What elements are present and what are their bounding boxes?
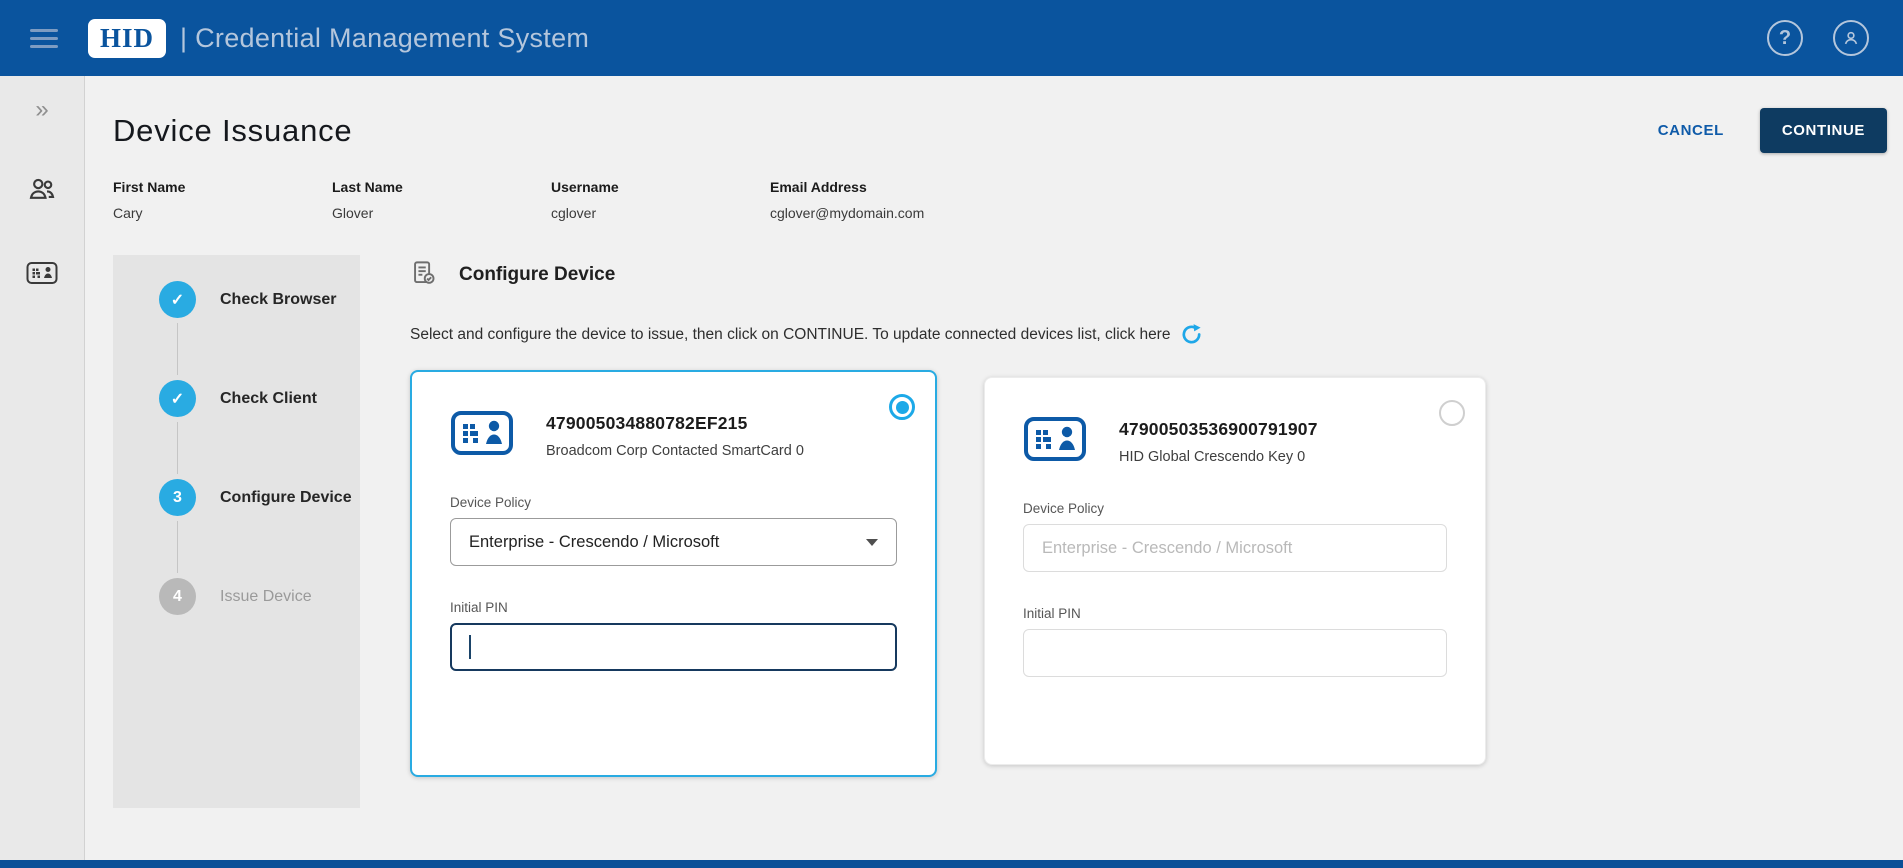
cancel-button[interactable]: CANCEL [1658, 122, 1724, 139]
step-connector [177, 521, 178, 573]
step-issue-device: 4 Issue Device [113, 578, 360, 615]
users-nav-icon[interactable] [27, 174, 57, 209]
refresh-devices-icon[interactable] [1180, 323, 1203, 346]
issuance-stepper: ✓ Check Browser ✓ Check Client 3 Configu… [113, 255, 360, 808]
step-number: 3 [159, 479, 196, 516]
step-check-client: ✓ Check Client [113, 380, 360, 417]
last-name-field: Last Name Glover [332, 179, 551, 221]
left-nav-rail: » [0, 76, 85, 860]
device-policy-label: Device Policy [450, 495, 532, 510]
email-value: cglover@mydomain.com [770, 205, 925, 221]
device-serial: 47900503536900791907 [1119, 418, 1318, 439]
page-title: Device Issuance [113, 112, 353, 148]
initial-pin-input[interactable] [450, 623, 897, 671]
hid-logo-text: HID [100, 22, 155, 53]
initial-pin-label: Initial PIN [1023, 606, 1081, 621]
device-name: HID Global Crescendo Key 0 [1119, 448, 1306, 465]
top-app-bar: HID | Credential Management System ? [0, 0, 1903, 76]
username-label: Username [551, 179, 619, 195]
text-cursor [469, 635, 471, 659]
first-name-field: First Name Cary [113, 179, 332, 221]
user-account-icon[interactable] [1833, 20, 1869, 56]
device-policy-select[interactable]: Enterprise - Crescendo / Microsoft [450, 518, 897, 566]
chevron-down-icon [866, 538, 878, 546]
email-label: Email Address [770, 179, 867, 195]
configure-device-section: Configure Device Select and configure th… [410, 255, 1903, 808]
initial-pin-label: Initial PIN [450, 600, 508, 615]
app-title: | Credential Management System [180, 22, 590, 53]
step-check-icon: ✓ [159, 281, 196, 318]
email-field: Email Address cglover@mydomain.com [770, 179, 989, 221]
username-value: cglover [551, 205, 597, 221]
help-icon[interactable]: ? [1767, 20, 1803, 56]
section-title: Configure Device [459, 264, 616, 285]
main-content: Device Issuance CANCEL CONTINUE First Na… [85, 76, 1903, 860]
user-summary: First Name Cary Last Name Glover Usernam… [113, 179, 1903, 221]
continue-button[interactable]: CONTINUE [1759, 108, 1887, 153]
device-radio-selected[interactable] [889, 394, 915, 420]
step-number: 4 [159, 578, 196, 615]
first-name-label: First Name [113, 179, 186, 195]
last-name-label: Last Name [332, 179, 403, 195]
step-configure-device: 3 Configure Device [113, 479, 360, 516]
device-card-smartcard[interactable]: 479005034880782EF215 Broadcom Corp Conta… [410, 370, 937, 777]
smartcard-icon [1023, 416, 1087, 467]
step-check-browser: ✓ Check Browser [113, 281, 360, 318]
step-check-icon: ✓ [159, 380, 196, 417]
device-radio-unselected[interactable] [1439, 400, 1465, 426]
step-connector [177, 323, 178, 375]
device-card-crescendo-key[interactable]: 47900503536900791907 HID Global Crescend… [984, 377, 1486, 765]
device-name: Broadcom Corp Contacted SmartCard 0 [546, 442, 804, 459]
expand-sidebar-icon[interactable]: » [35, 98, 48, 122]
menu-icon[interactable] [30, 28, 58, 48]
document-check-icon [410, 259, 437, 291]
instruction-text: Select and configure the device to issue… [410, 325, 1171, 343]
first-name-value: Cary [113, 205, 143, 221]
device-policy-label: Device Policy [1023, 501, 1105, 516]
username-field: Username cglover [551, 179, 770, 221]
credential-nav-icon[interactable] [26, 261, 58, 290]
bottom-accent-bar [0, 860, 1903, 868]
last-name-value: Glover [332, 205, 374, 221]
hid-logo: HID [88, 18, 167, 58]
smartcard-icon [450, 410, 514, 461]
step-connector [177, 422, 178, 474]
device-policy-select-disabled: Enterprise - Crescendo / Microsoft [1023, 524, 1447, 572]
device-serial: 479005034880782EF215 [546, 412, 748, 433]
initial-pin-input-disabled [1023, 629, 1447, 677]
